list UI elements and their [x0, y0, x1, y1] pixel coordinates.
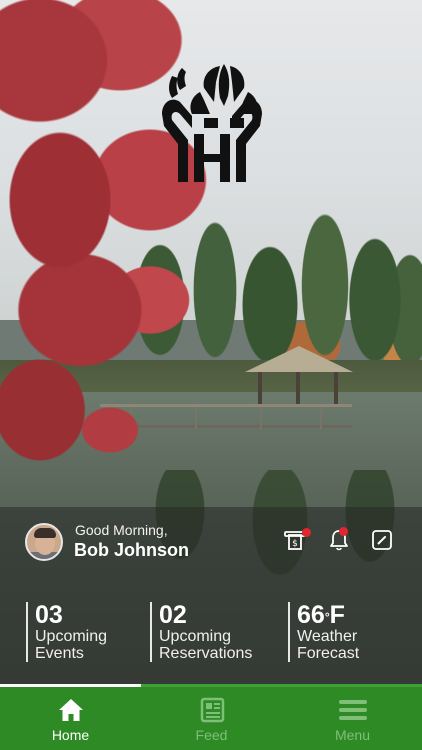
stat-upcoming-reservations[interactable]: 02 Upcoming Reservations [150, 602, 252, 662]
nav-label: Feed [195, 727, 228, 743]
stat-weather-forecast[interactable]: 66°F Weather Forecast [288, 602, 359, 662]
stat-label-line1: Upcoming [159, 628, 232, 645]
temperature-value: 66 [297, 601, 325, 629]
notifications-button[interactable] [326, 527, 352, 553]
billing-alert-dot [302, 528, 311, 537]
nav-label: Home [51, 727, 90, 743]
user-name: Bob Johnson [74, 540, 189, 560]
stat-value: 03 [35, 601, 63, 629]
stat-value: 02 [159, 601, 187, 629]
notifications-alert-dot [339, 527, 348, 536]
billing-button[interactable]: $ [282, 527, 311, 553]
stat-label-line2: Forecast [297, 645, 360, 662]
avatar[interactable] [25, 523, 63, 561]
nav-label: Menu [334, 727, 371, 743]
club-logo-icon [162, 64, 262, 182]
feed-icon [200, 697, 225, 723]
stat-label-line1: Upcoming [35, 628, 108, 645]
greeting-text: Good Morning, [75, 522, 168, 538]
gazebo-post [258, 372, 262, 406]
greeting-row: Good Morning, Bob Johnson $ [0, 507, 422, 581]
degree-symbol: ° [324, 610, 330, 624]
temperature-unit: F [329, 601, 345, 629]
stat-value: 66°F [297, 602, 359, 628]
svg-text:$: $ [292, 539, 298, 549]
home-icon [59, 699, 83, 721]
edit-button[interactable] [369, 527, 395, 553]
stat-label-line1: Weather [297, 628, 358, 645]
nav-item-feed[interactable]: Feed [141, 687, 282, 750]
stat-upcoming-events[interactable]: 03 Upcoming Events [26, 602, 107, 662]
stat-label-line2: Events [35, 645, 84, 662]
bottom-nav: Home Feed Menu [0, 684, 422, 750]
gazebo-post [334, 372, 338, 406]
summary-panel: Good Morning, Bob Johnson $ 03 Upcoming … [0, 507, 422, 684]
edit-icon [372, 530, 392, 550]
menu-icon [339, 700, 367, 720]
stat-label-line2: Reservations [159, 645, 253, 662]
nav-item-home[interactable]: Home [0, 687, 141, 750]
gazebo-post [296, 372, 300, 406]
stats-row: 03 Upcoming Events 02 Upcoming Reservati… [0, 602, 422, 666]
nav-item-menu[interactable]: Menu [282, 687, 422, 750]
